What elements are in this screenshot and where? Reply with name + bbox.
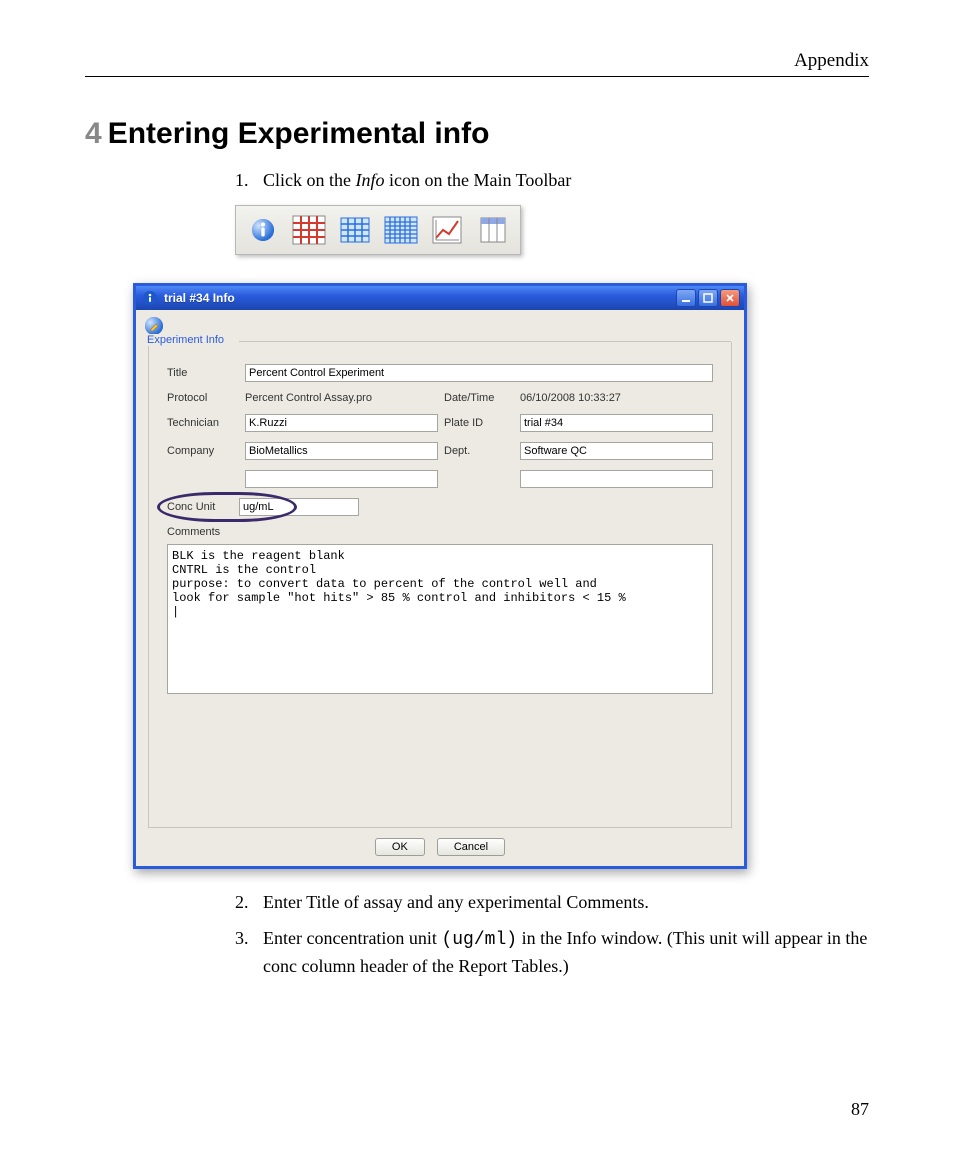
step-1: 1. Click on the Info icon on the Main To… <box>235 167 869 193</box>
step-3-text: Enter concentration unit (ug/ml) in the … <box>263 925 869 979</box>
protocol-label: Protocol <box>167 392 239 404</box>
step-3-number: 3. <box>235 925 263 979</box>
plateid-input[interactable] <box>520 414 713 432</box>
step-list-2: 2. Enter Title of assay and any experime… <box>235 889 869 979</box>
ok-button[interactable]: OK <box>375 838 425 856</box>
header-right-text: Appendix <box>794 50 869 72</box>
header: Appendix <box>85 50 869 77</box>
grid-red-icon-button[interactable] <box>288 210 330 250</box>
info-icon-button[interactable] <box>242 210 284 250</box>
concunit-input[interactable] <box>239 498 359 516</box>
datetime-value: 06/10/2008 10:33:27 <box>520 392 713 404</box>
company-input[interactable] <box>245 442 438 460</box>
step-2-number: 2. <box>235 889 263 915</box>
step-list: 1. Click on the Info icon on the Main To… <box>235 167 869 193</box>
info-icon <box>249 216 277 244</box>
step-2: 2. Enter Title of assay and any experime… <box>235 889 869 915</box>
cancel-button[interactable]: Cancel <box>437 838 505 856</box>
dept-input[interactable] <box>520 442 713 460</box>
window-info-icon <box>142 290 158 306</box>
page-number: 87 <box>85 1099 869 1120</box>
table-icon-button[interactable] <box>472 210 514 250</box>
toolbar <box>235 205 521 255</box>
chart-icon <box>432 216 462 244</box>
button-row: OK Cancel <box>136 836 744 866</box>
info-window: trial #34 Info <box>133 283 747 869</box>
section-number: 4 <box>85 117 102 150</box>
grid-blue-large-icon <box>384 216 418 244</box>
technician-label: Technician <box>167 417 239 429</box>
form-grid: Title Protocol Percent Control Assay.pro… <box>167 364 713 516</box>
grid-blue-small-icon <box>340 217 370 243</box>
minimize-button[interactable] <box>676 289 696 307</box>
grid-blue-small-icon-button[interactable] <box>334 210 376 250</box>
toolbar-figure <box>235 205 869 255</box>
section-title-text: Entering Experimental info <box>108 117 490 150</box>
step-2-text: Enter Title of assay and any experimenta… <box>263 889 869 915</box>
close-icon <box>725 293 735 303</box>
page: Appendix 4Entering Experimental info 1. … <box>0 0 954 1160</box>
step-1-text: Click on the Info icon on the Main Toolb… <box>263 167 869 193</box>
title-bar[interactable]: trial #34 Info <box>136 286 744 310</box>
chart-icon-button[interactable] <box>426 210 468 250</box>
maximize-icon <box>703 293 713 303</box>
table-icon <box>479 216 507 244</box>
technician-input[interactable] <box>245 414 438 432</box>
protocol-value: Percent Control Assay.pro <box>245 392 438 404</box>
grid-red-icon <box>292 215 326 245</box>
section-heading: 4Entering Experimental info <box>85 117 869 151</box>
comments-label: Comments <box>167 526 713 538</box>
company-label: Company <box>167 445 239 457</box>
close-button[interactable] <box>720 289 740 307</box>
datetime-label: Date/Time <box>444 392 514 404</box>
dept-label: Dept. <box>444 445 514 457</box>
step-1-number: 1. <box>235 167 263 193</box>
extra-left-input[interactable] <box>245 470 438 488</box>
window-title: trial #34 Info <box>164 291 676 305</box>
comments-textarea[interactable] <box>167 544 713 694</box>
experiment-info-frame: Title Protocol Percent Control Assay.pro… <box>148 342 732 828</box>
grid-blue-large-icon-button[interactable] <box>380 210 422 250</box>
minimize-icon <box>681 293 691 303</box>
extra-right-input[interactable] <box>520 470 713 488</box>
title-label: Title <box>167 367 239 379</box>
maximize-button[interactable] <box>698 289 718 307</box>
title-input[interactable] <box>245 364 713 382</box>
concunit-label: Conc Unit <box>167 501 239 513</box>
step-3: 3. Enter concentration unit (ug/ml) in t… <box>235 925 869 979</box>
plateid-label: Plate ID <box>444 417 514 429</box>
